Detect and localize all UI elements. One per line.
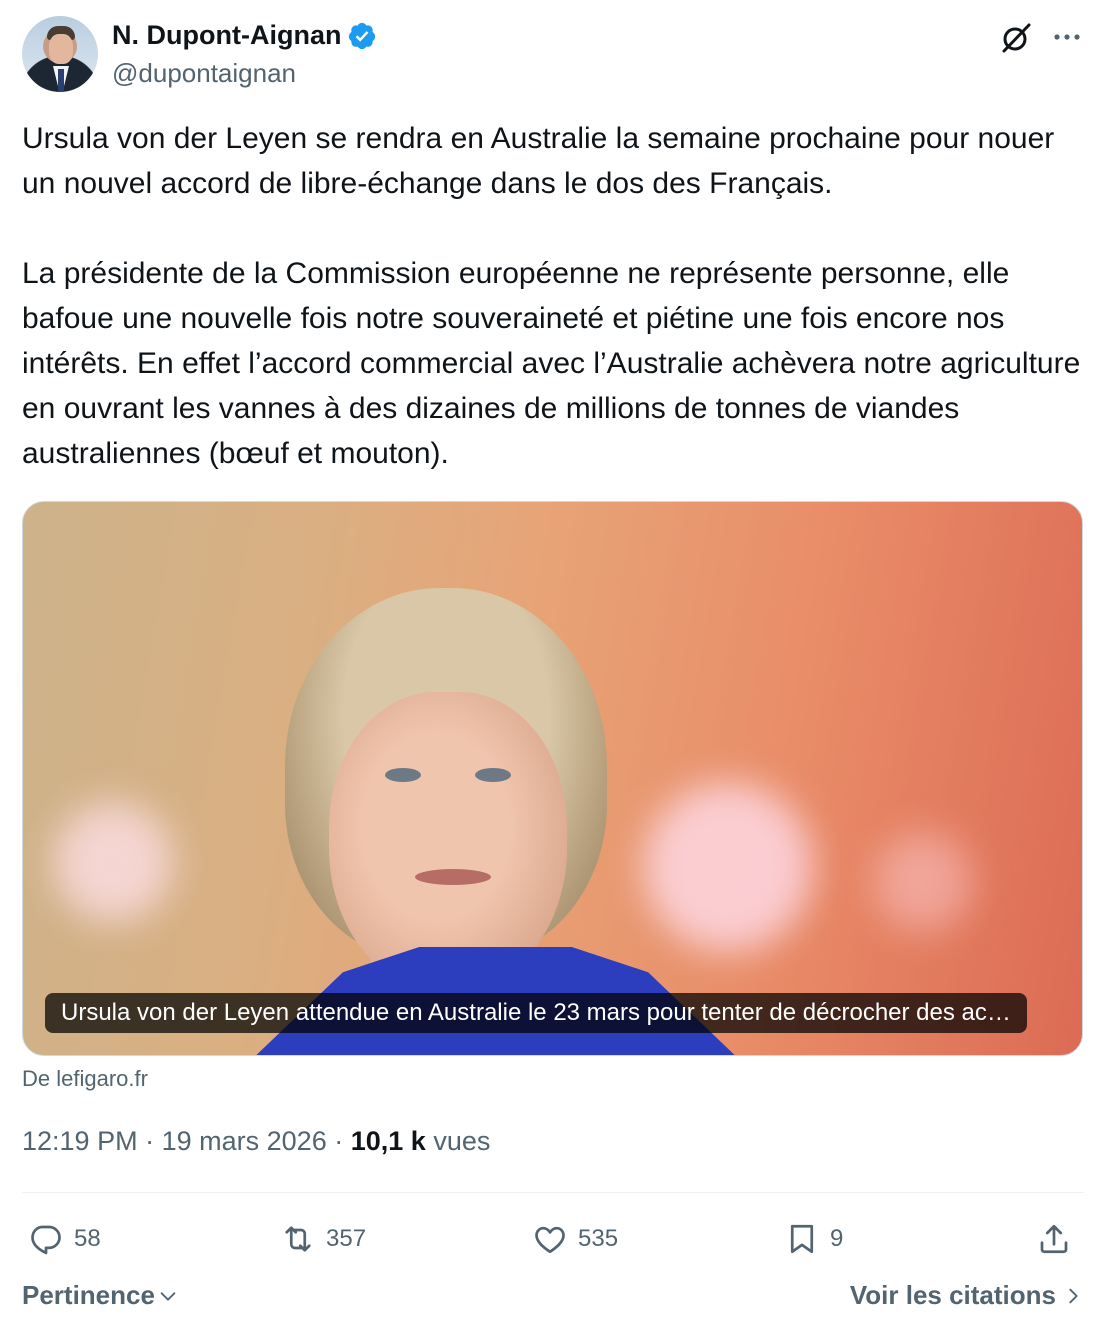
like-button[interactable]: 535 [532, 1214, 618, 1264]
grok-icon[interactable] [998, 20, 1034, 56]
view-quotes-label: Voir les citations [849, 1280, 1056, 1310]
card-caption[interactable]: Ursula von der Leyen attendue en Austral… [45, 993, 1027, 1033]
tweet-paragraph-1: Ursula von der Leyen se rendra en Austra… [22, 122, 1055, 200]
meta-separator: · [145, 1126, 155, 1156]
bookmark-button[interactable]: 9 [784, 1214, 843, 1264]
tweet-paragraph-2: La présidente de la Commission européenn… [22, 257, 1081, 470]
repost-count: 357 [326, 1225, 367, 1252]
portrait-eye-right [475, 768, 511, 782]
bookmark-icon [790, 1224, 814, 1254]
divider [22, 1192, 1084, 1193]
reply-button[interactable]: 58 [28, 1214, 101, 1264]
reply-count: 58 [74, 1225, 101, 1252]
tweet-time[interactable]: 12:19 PM [22, 1126, 138, 1156]
more-icon[interactable] [1050, 20, 1084, 54]
bookmark-count: 9 [830, 1225, 844, 1252]
repost-button[interactable]: 357 [280, 1214, 366, 1264]
tweet-text: Ursula von der Leyen se rendra en Austra… [22, 116, 1084, 476]
views-label: vues [433, 1126, 491, 1156]
portrait-eye-left [385, 768, 421, 782]
repost-icon [285, 1226, 311, 1252]
meta-separator: · [334, 1126, 344, 1156]
sort-label: Pertinence [22, 1280, 155, 1310]
verified-badge-icon[interactable] [347, 21, 377, 51]
reply-icon [31, 1225, 61, 1255]
share-button[interactable] [1036, 1214, 1072, 1264]
replies-footer: Pertinence Voir les citations [22, 1280, 1084, 1320]
like-count: 535 [578, 1225, 619, 1252]
portrait-mouth [415, 869, 491, 885]
chevron-right-icon [1069, 1288, 1078, 1303]
sort-dropdown[interactable]: Pertinence [22, 1280, 179, 1311]
views-count: 10,1 k [350, 1126, 426, 1156]
view-quotes-link[interactable]: Voir les citations [850, 1280, 1084, 1311]
like-icon [535, 1226, 565, 1254]
chevron-down-icon [160, 1291, 176, 1301]
share-icon [1040, 1224, 1068, 1254]
name-row: N. Dupont-Aignan [112, 20, 377, 51]
card-source[interactable]: De lefigaro.fr [22, 1066, 148, 1092]
tweet-meta: 12:19 PM · 19 mars 2026 · 10,1 k vues [22, 1126, 490, 1157]
handle[interactable]: @dupontaignan [112, 58, 296, 89]
link-card-image[interactable]: Ursula von der Leyen attendue en Austral… [22, 501, 1083, 1056]
display-name[interactable]: N. Dupont-Aignan [112, 20, 341, 51]
action-bar: 58 357 535 9 [22, 1214, 1084, 1264]
tweet-header: N. Dupont-Aignan @dupontaignan [22, 16, 1084, 96]
tweet-date[interactable]: 19 mars 2026 [162, 1126, 327, 1156]
avatar[interactable] [22, 16, 98, 92]
